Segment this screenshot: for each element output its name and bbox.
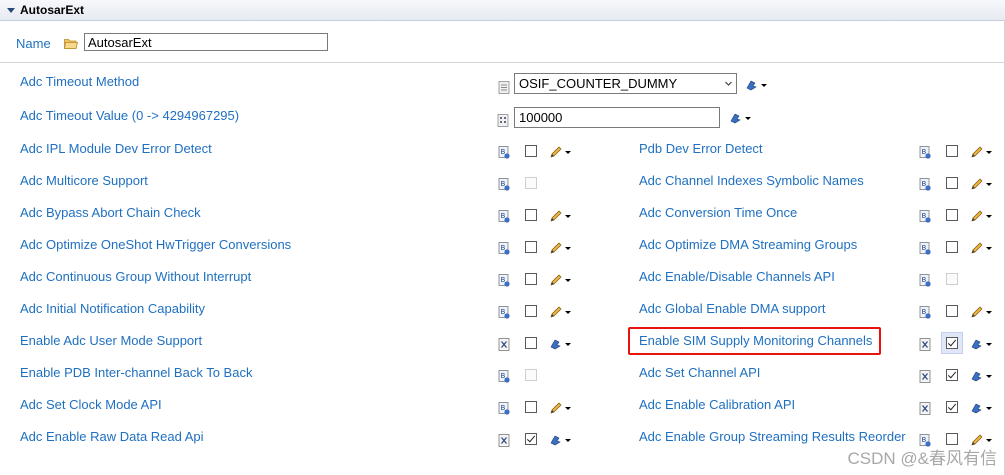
pencil-icon[interactable] xyxy=(970,305,994,319)
right-param-label-2: Adc Conversion Time Once xyxy=(639,205,798,220)
left-param-checkbox-2[interactable] xyxy=(525,209,537,221)
right-param-checkbox-8[interactable] xyxy=(946,401,958,413)
pencil-icon[interactable] xyxy=(549,209,573,223)
chevron-down-icon[interactable] xyxy=(725,80,732,87)
left-param-label-6: Enable Adc User Mode Support xyxy=(20,333,203,348)
folder-icon xyxy=(64,39,78,49)
boolean-icon: B xyxy=(919,274,931,287)
left-param-checkbox-4[interactable] xyxy=(525,273,537,285)
left-param-checkbox-7 xyxy=(525,369,537,381)
enum-icon xyxy=(498,81,510,94)
left-param-checkbox-5[interactable] xyxy=(525,305,537,317)
boolean-icon: B xyxy=(498,370,510,383)
right-param-label-7: Adc Set Channel API xyxy=(639,365,761,380)
right-param-label-8: Adc Enable Calibration API xyxy=(639,397,796,412)
calc-icon[interactable] xyxy=(970,369,994,383)
timeout-method-label: Adc Timeout Method xyxy=(20,74,140,89)
right-param-label-4: Adc Enable/Disable Channels API xyxy=(639,269,835,284)
boolean-icon: B xyxy=(919,434,931,447)
left-param-checkbox-0[interactable] xyxy=(525,145,537,157)
right-param-checkbox-6[interactable] xyxy=(946,337,958,349)
boolean-icon: B xyxy=(498,402,510,415)
left-param-label-8: Adc Set Clock Mode API xyxy=(20,397,162,412)
pencil-icon[interactable] xyxy=(970,177,994,191)
timeout-method-value: OSIF_COUNTER_DUMMY xyxy=(519,76,678,91)
boolean-icon: B xyxy=(498,242,510,255)
section-title: AutosarExt xyxy=(20,3,85,17)
pencil-icon[interactable] xyxy=(970,433,994,447)
formula-icon xyxy=(498,434,510,447)
boolean-icon: B xyxy=(498,306,510,319)
pencil-icon[interactable] xyxy=(549,401,573,415)
calc-icon[interactable] xyxy=(745,78,769,92)
formula-icon xyxy=(919,338,931,351)
divider xyxy=(0,62,1005,63)
left-param-label-2: Adc Bypass Abort Chain Check xyxy=(20,205,201,220)
calc-icon[interactable] xyxy=(970,401,994,415)
left-param-checkbox-9[interactable] xyxy=(525,433,537,445)
name-input[interactable] xyxy=(84,33,328,51)
left-param-checkbox-3[interactable] xyxy=(525,241,537,253)
timeout-method-select[interactable]: OSIF_COUNTER_DUMMY xyxy=(514,73,737,94)
pencil-icon[interactable] xyxy=(549,241,573,255)
pencil-icon[interactable] xyxy=(970,145,994,159)
left-param-label-1: Adc Multicore Support xyxy=(20,173,148,188)
formula-icon xyxy=(498,338,510,351)
left-param-label-5: Adc Initial Notification Capability xyxy=(20,301,205,316)
right-param-checkbox-5[interactable] xyxy=(946,305,958,317)
right-param-label-0: Pdb Dev Error Detect xyxy=(639,141,763,156)
collapse-triangle-icon[interactable] xyxy=(7,7,15,13)
formula-icon xyxy=(919,402,931,415)
left-param-checkbox-1 xyxy=(525,177,537,189)
pencil-icon[interactable] xyxy=(970,209,994,223)
pencil-icon[interactable] xyxy=(549,305,573,319)
right-param-label-6: Enable SIM Supply Monitoring Channels xyxy=(639,333,873,348)
right-param-checkbox-3[interactable] xyxy=(946,241,958,253)
watermark: CSDN @&春风有信 xyxy=(847,449,998,468)
formula-icon xyxy=(919,370,931,383)
calc-icon[interactable] xyxy=(970,337,994,351)
right-param-checkbox-7[interactable] xyxy=(946,369,958,381)
calc-icon[interactable] xyxy=(549,433,573,447)
left-param-label-3: Adc Optimize OneShot HwTrigger Conversio… xyxy=(20,237,292,252)
left-param-label-4: Adc Continuous Group Without Interrupt xyxy=(20,269,252,284)
boolean-icon: B xyxy=(498,178,510,191)
right-param-checkbox-1[interactable] xyxy=(946,177,958,189)
left-param-checkbox-6[interactable] xyxy=(525,337,537,349)
left-param-label-9: Adc Enable Raw Data Read Api xyxy=(20,429,204,444)
section-header-autosarext[interactable]: AutosarExt xyxy=(0,0,1005,21)
right-param-label-3: Adc Optimize DMA Streaming Groups xyxy=(639,237,858,252)
boolean-icon: B xyxy=(498,274,510,287)
boolean-icon: B xyxy=(919,146,931,159)
number-icon xyxy=(497,114,509,127)
boolean-icon: B xyxy=(919,306,931,319)
pencil-icon[interactable] xyxy=(549,145,573,159)
boolean-icon: B xyxy=(919,242,931,255)
left-param-label-0: Adc IPL Module Dev Error Detect xyxy=(20,141,212,156)
right-param-checkbox-9[interactable] xyxy=(946,433,958,445)
right-param-checkbox-0[interactable] xyxy=(946,145,958,157)
boolean-icon: B xyxy=(498,210,510,223)
right-param-label-5: Adc Global Enable DMA support xyxy=(639,301,826,316)
right-param-checkbox-4 xyxy=(946,273,958,285)
boolean-icon: B xyxy=(919,210,931,223)
pencil-icon[interactable] xyxy=(549,273,573,287)
timeout-value-label: Adc Timeout Value (0 -> 4294967295) xyxy=(20,108,240,123)
right-param-checkbox-2[interactable] xyxy=(946,209,958,221)
left-param-checkbox-8[interactable] xyxy=(525,401,537,413)
right-param-label-9: Adc Enable Group Streaming Results Reord… xyxy=(639,429,906,444)
left-param-label-7: Enable PDB Inter-channel Back To Back xyxy=(20,365,253,380)
right-param-label-1: Adc Channel Indexes Symbolic Names xyxy=(639,173,864,188)
boolean-icon: B xyxy=(919,178,931,191)
pencil-icon[interactable] xyxy=(970,241,994,255)
calc-icon[interactable] xyxy=(549,337,573,351)
name-label: Name xyxy=(16,36,51,51)
timeout-value-input[interactable] xyxy=(514,107,720,128)
calc-icon[interactable] xyxy=(729,111,753,125)
boolean-icon: B xyxy=(498,146,510,159)
